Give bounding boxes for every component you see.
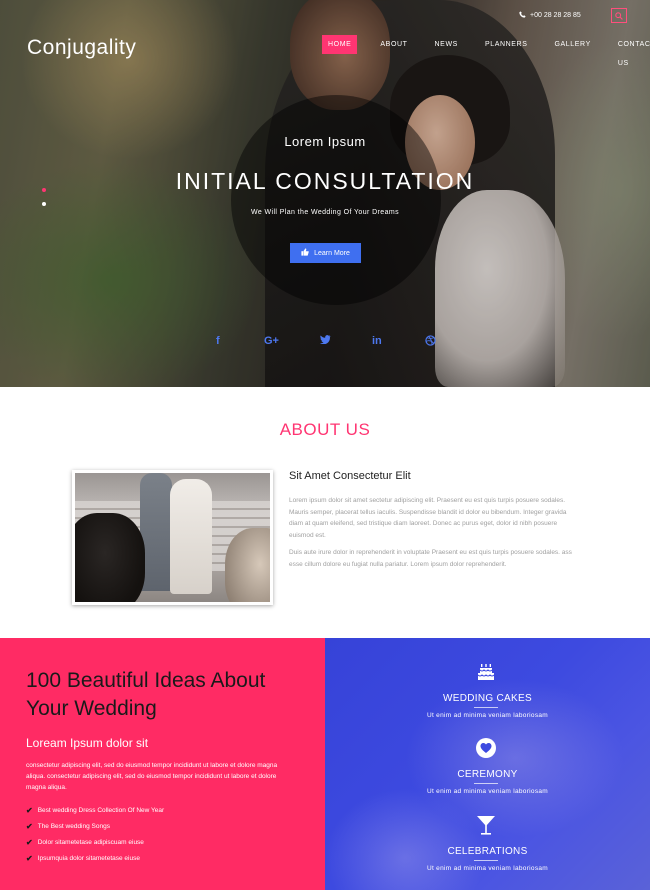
nav-gallery[interactable]: GALLERY [554, 35, 590, 54]
service-divider [474, 707, 498, 708]
about-heading: Sit Amet Consectetur Elit [289, 470, 411, 482]
service-title-ceremony: CEREMONY [457, 769, 518, 780]
list-item-label: Dolor sitametetase adipiscuam eiuse [37, 839, 144, 846]
service-divider [474, 783, 498, 784]
check-icon: ✔ [26, 806, 33, 815]
topbar-phone: +00 28 28 28 85 [519, 11, 581, 20]
photo-guests-right [225, 528, 270, 602]
service-title-celebrations: CELEBRATIONS [447, 846, 528, 857]
search-button[interactable] [611, 8, 627, 23]
check-icon: ✔ [26, 854, 33, 863]
nav-contact-us[interactable]: CONTACT US [618, 35, 650, 67]
dribbble-icon[interactable] [425, 335, 436, 349]
list-item-label: Ipsumquia dolor sitametetase eiuse [37, 855, 140, 862]
about-photo [72, 470, 273, 605]
list-item-label: Best wedding Dress Collection Of New Yea… [37, 807, 165, 814]
cocktail-icon [474, 813, 498, 837]
slider-dot-2[interactable] [42, 202, 46, 206]
list-item-label: The Best wedding Songs [37, 823, 110, 830]
list-item: ✔ Ipsumquia dolor sitametetase eiuse [26, 854, 140, 863]
main-nav: HOME ABOUT NEWS PLANNERS GALLERY CONTACT… [322, 35, 650, 67]
hero-kicker: Lorem Ipsum [284, 134, 366, 149]
nav-planners[interactable]: PLANNERS [485, 35, 528, 54]
hero-banner: Conjugality +00 28 28 28 85 HOME ABOUT N… [0, 0, 650, 387]
service-text-wedding-cakes: Ut enim ad minima veniam laboriosam [426, 712, 549, 719]
google-plus-icon[interactable]: G+ [264, 335, 279, 347]
ideas-title: 100 Beautiful Ideas About Your Wedding [26, 669, 266, 720]
nav-home[interactable]: HOME [322, 35, 358, 54]
ideas-subtitle: Loream Ipsum dolor sit [26, 736, 149, 750]
about-title: ABOUT US [279, 420, 371, 439]
facebook-icon[interactable]: f [216, 335, 220, 347]
thumbs-up-icon [301, 248, 309, 258]
check-icon: ✔ [26, 838, 33, 847]
twitter-icon[interactable] [319, 335, 331, 347]
hero-subtitle: We Will Plan the Wedding Of Your Dreams [250, 209, 399, 216]
hero-text-circle [231, 95, 441, 305]
linkedin-icon[interactable]: in [372, 335, 382, 347]
photo-guests-left [75, 513, 145, 602]
list-item: ✔ Best wedding Dress Collection Of New Y… [26, 806, 164, 815]
hero-title: INITIAL CONSULTATION [175, 168, 475, 194]
about-paragraph-2: Duis aute irure dolor in reprehenderit i… [289, 549, 572, 568]
photo-bride [170, 479, 212, 594]
cake-icon [474, 660, 498, 684]
about-paragraph-1: Lorem ipsum dolor sit amet sectetur adip… [289, 497, 567, 540]
heart-icon [474, 736, 498, 760]
list-item: ✔ The Best wedding Songs [26, 822, 110, 831]
learn-more-button[interactable]: Learn More [290, 243, 361, 263]
nav-about[interactable]: ABOUT [380, 35, 407, 54]
site-logo[interactable]: Conjugality [27, 36, 136, 60]
phone-icon [519, 11, 526, 20]
service-divider [474, 860, 498, 861]
slider-dot-1[interactable] [42, 188, 46, 192]
check-icon: ✔ [26, 822, 33, 831]
service-title-wedding-cakes: WEDDING CAKES [443, 693, 532, 704]
service-text-celebrations: Ut enim ad minima veniam laboriosam [426, 865, 549, 872]
nav-news[interactable]: NEWS [435, 35, 458, 54]
phone-number: +00 28 28 28 85 [530, 12, 581, 19]
search-icon [615, 7, 623, 25]
learn-more-label: Learn More [314, 249, 350, 257]
list-item: ✔ Dolor sitametetase adipiscuam eiuse [26, 838, 144, 847]
service-text-ceremony: Ut enim ad minima veniam laboriosam [426, 788, 549, 795]
ideas-paragraph: consectetur adipiscing elit, sed do eius… [26, 762, 278, 791]
